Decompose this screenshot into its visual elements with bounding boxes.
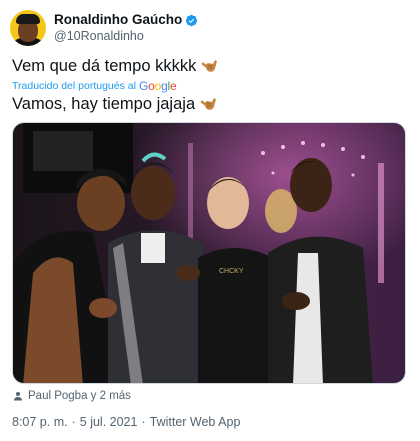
author-names: Ronaldinho Gaúcho @10Ronaldinho (54, 12, 198, 44)
author-handle[interactable]: @10Ronaldinho (54, 28, 198, 44)
verified-badge-icon (186, 14, 198, 26)
svg-text:CHCKY: CHCKY (219, 268, 244, 275)
tweet-card: Ronaldinho Gaúcho @10Ronaldinho Vem que … (0, 0, 420, 441)
translation-notice[interactable]: Traducido del portugués al Google (12, 79, 177, 93)
tagged-people[interactable]: Paul Pogba y 2 más (12, 390, 131, 402)
tagged-people-text: Paul Pogba y 2 más (28, 390, 131, 402)
original-text: Vem que dá tempo kkkkk (12, 57, 197, 75)
google-logo: Google (138, 79, 177, 93)
author-display-name[interactable]: Ronaldinho Gaúcho (54, 12, 182, 28)
tweet-translated-text: Vamos, hay tiempo jajaja (12, 93, 218, 115)
meta-separator: · (71, 415, 76, 429)
tweet-date[interactable]: 5 jul. 2021 (80, 415, 138, 429)
person-icon (14, 392, 22, 401)
tweet-photo[interactable]: CHCKY (12, 122, 406, 384)
call-me-hand-emoji (200, 98, 216, 110)
translated-label: Traducido del portugués al (12, 80, 136, 92)
meta-separator: · (141, 415, 146, 429)
profile-avatar[interactable] (10, 10, 46, 46)
tweet-time[interactable]: 8:07 p. m. (12, 415, 68, 429)
photo-four-men: CHCKY (13, 123, 405, 383)
tweet-original-text: Vem que dá tempo kkkkk (12, 55, 219, 77)
tweet-header: Ronaldinho Gaúcho @10Ronaldinho (10, 8, 410, 48)
translated-text: Vamos, hay tiempo jajaja (12, 95, 196, 113)
tweet-meta: 8:07 p. m. · 5 jul. 2021 · Twitter Web A… (12, 415, 240, 429)
call-me-hand-emoji (202, 60, 218, 72)
tweet-source[interactable]: Twitter Web App (150, 415, 241, 429)
